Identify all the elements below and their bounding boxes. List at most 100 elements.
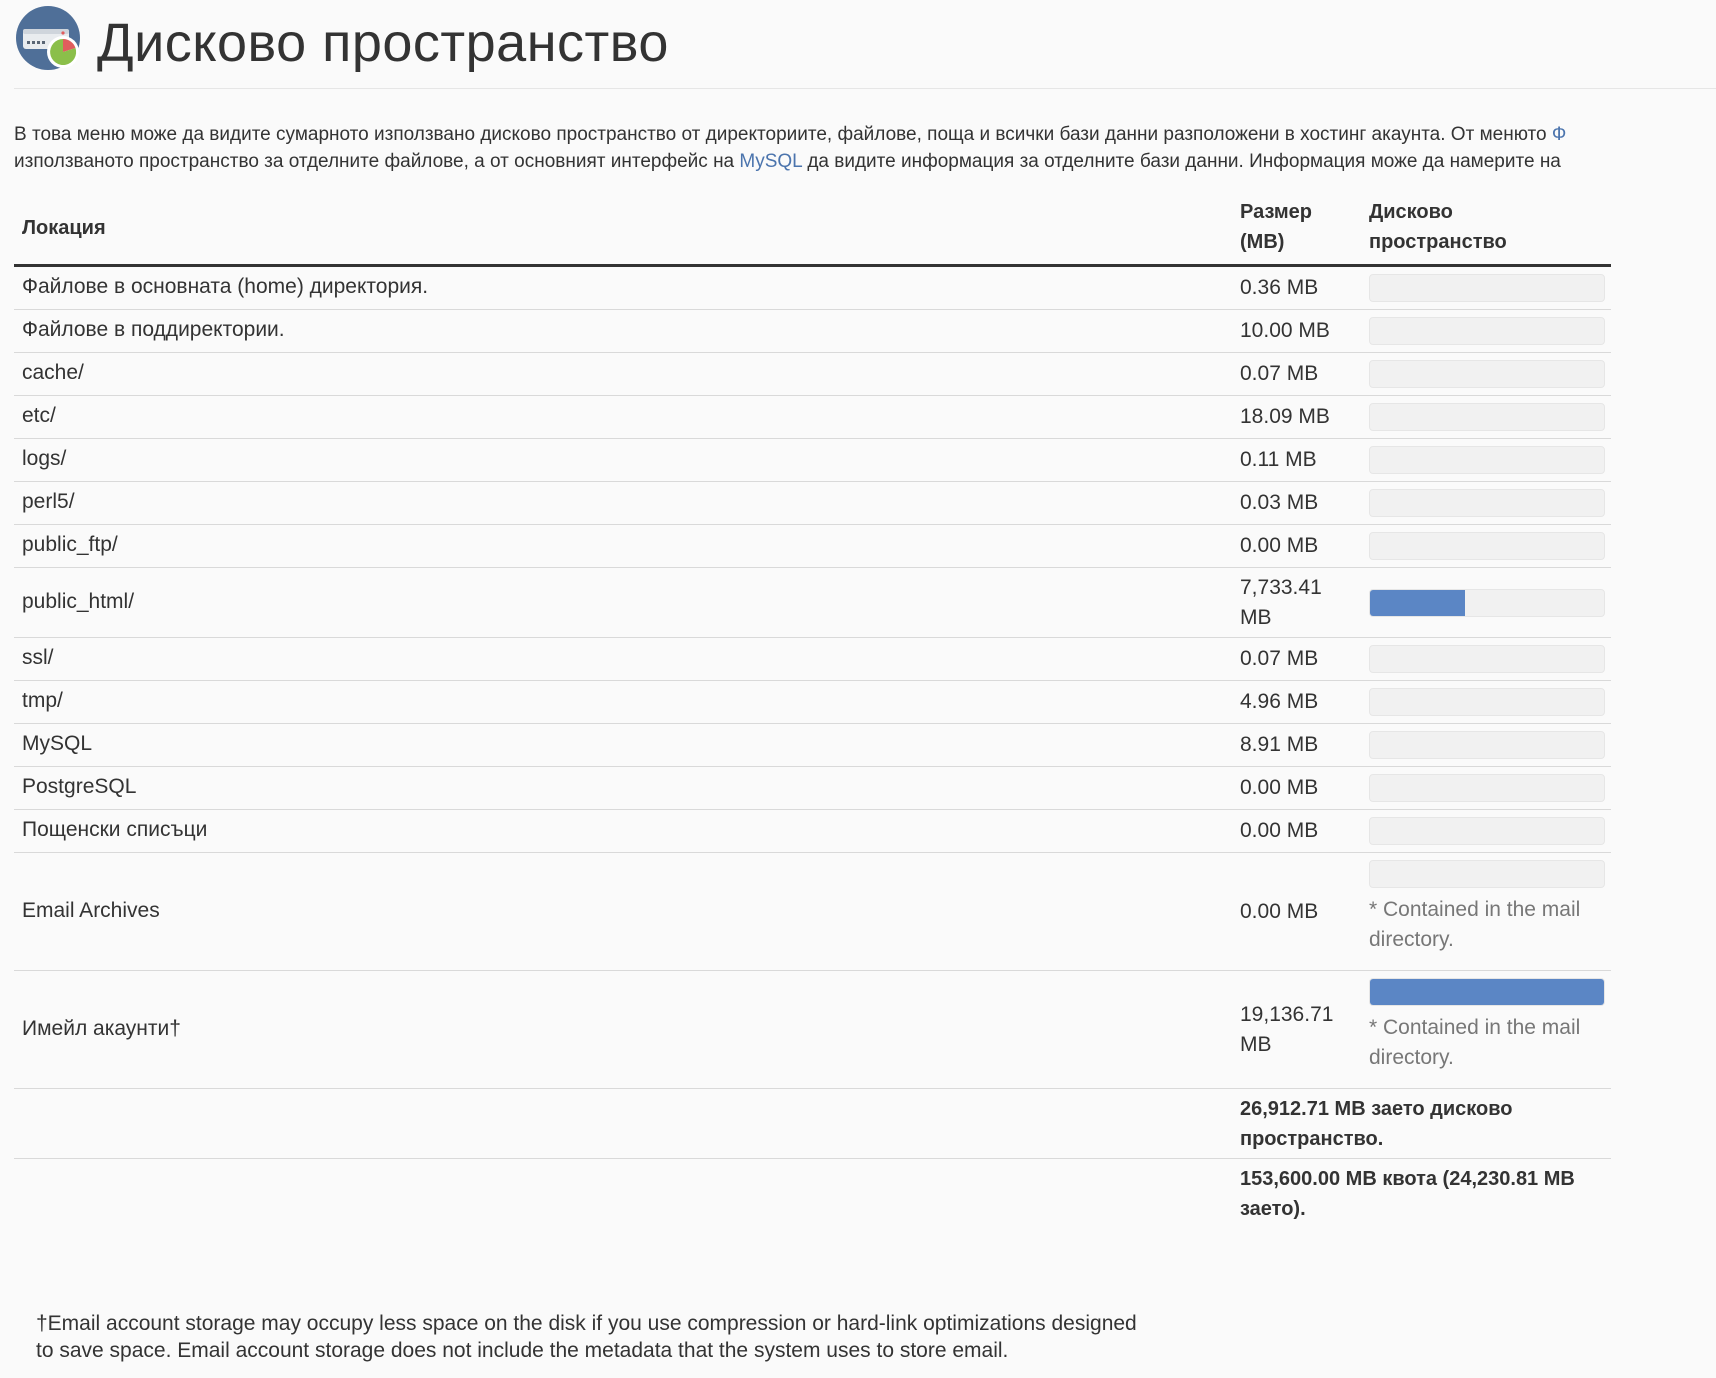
note-line2: directory. xyxy=(1369,928,1454,951)
usage-bar xyxy=(1369,817,1605,845)
footnote: †Email account storage may occupy less s… xyxy=(36,1310,1236,1364)
size-value-line2: MB xyxy=(1240,1033,1272,1056)
footnote-line2: to save space. Email account storage doe… xyxy=(36,1339,1009,1362)
usage-bar xyxy=(1369,731,1605,759)
disk-usage-table: Локация Размер (MB) Дисково пространство… xyxy=(14,193,1611,1228)
disk-usage-icon xyxy=(16,6,80,70)
footnote-line1: †Email account storage may occupy less s… xyxy=(36,1312,1137,1335)
intro-line2b: да видите информация за отделните бази д… xyxy=(802,151,1561,172)
location-link[interactable]: ssl/ xyxy=(22,646,54,670)
table-row: public_html/7,733.41 MB xyxy=(14,568,1611,638)
header-disk-line2: пространство xyxy=(1369,231,1507,253)
intro-text: В това меню може да видите сумарното изп… xyxy=(14,121,1716,175)
location-link[interactable]: tmp/ xyxy=(22,689,63,713)
table-header: Локация Размер (MB) Дисково пространство xyxy=(14,193,1611,267)
total-used-line1: 26,912.71 MB заето дисково xyxy=(1240,1098,1513,1120)
size-value: 0.07 MB xyxy=(1240,647,1319,670)
table-row: Файлове в основната (home) директория. 0.… xyxy=(14,267,1611,310)
size-value: 10.00 MB xyxy=(1240,319,1330,342)
usage-bar xyxy=(1369,317,1605,345)
page-title: Дисково пространство xyxy=(97,13,669,73)
size-value: 8.91 MB xyxy=(1240,733,1319,756)
usage-bar xyxy=(1369,860,1605,888)
table-row: MySQL 8.91 MB xyxy=(14,724,1611,767)
usage-bar xyxy=(1369,532,1605,560)
header-location[interactable]: Локация xyxy=(22,213,106,243)
intro-link-mysql[interactable]: MySQL xyxy=(739,151,802,172)
table-body: Файлове в основната (home) директория. 0.… xyxy=(14,267,1611,1089)
location-label: Файлове в поддиректории. xyxy=(22,318,285,341)
size-value: 0.00 MB xyxy=(1240,900,1319,923)
note-line1: * Contained in the mail xyxy=(1369,1016,1581,1039)
usage-bar xyxy=(1369,274,1605,302)
header-disk: Дисково пространство xyxy=(1369,197,1569,257)
size-value: 0.00 MB xyxy=(1240,776,1319,799)
location-link[interactable]: public_html/ xyxy=(22,590,134,614)
table-row: etc/18.09 MB xyxy=(14,396,1611,439)
header-size[interactable]: Размер (MB) xyxy=(1240,197,1360,257)
table-row: PostgreSQL 0.00 MB xyxy=(14,767,1611,810)
location-link[interactable]: Пощенски списъци xyxy=(22,818,207,842)
table-row: Файлове в поддиректории. 10.00 MB xyxy=(14,310,1611,353)
usage-bar xyxy=(1369,589,1605,617)
size-value: 0.36 MB xyxy=(1240,276,1319,299)
page-header: Дисково пространство xyxy=(14,4,1716,89)
quota: 153,600.00 MB квота (24,230.81 MB заето)… xyxy=(1240,1164,1620,1224)
location-link[interactable]: logs/ xyxy=(22,447,66,471)
size-value: 19,136.71 MB xyxy=(1240,1000,1355,1060)
table-row: Email Archives 0.00 MB * Contained in the … xyxy=(14,853,1611,971)
location-link[interactable]: etc/ xyxy=(22,404,56,428)
usage-bar xyxy=(1369,688,1605,716)
table-row: Имейл акаунти† 19,136.71 MB * Contained in … xyxy=(14,971,1611,1089)
usage-bar xyxy=(1369,645,1605,673)
table-row: ssl/0.07 MB xyxy=(14,638,1611,681)
usage-bar-fill xyxy=(1370,979,1604,1005)
location-link[interactable]: PostgreSQL xyxy=(22,775,136,799)
location-link[interactable]: perl5/ xyxy=(22,490,75,514)
quota-line2: заето). xyxy=(1240,1198,1306,1220)
usage-bar xyxy=(1369,360,1605,388)
size-value-line2: MB xyxy=(1240,606,1272,629)
location-label: Email Archives xyxy=(22,899,160,922)
location-link[interactable]: MySQL xyxy=(22,732,92,756)
usage-bar xyxy=(1369,489,1605,517)
table-row: public_ftp/0.00 MB xyxy=(14,525,1611,568)
location-label: Файлове в основната (home) директория. xyxy=(22,275,429,298)
total-row: 26,912.71 MB заето дисково пространство. xyxy=(14,1089,1611,1159)
usage-bar xyxy=(1369,774,1605,802)
total-used-line2: пространство. xyxy=(1240,1128,1384,1150)
mail-directory-note: * Contained in the mail directory. xyxy=(1369,1013,1605,1073)
header-size-line1: Размер xyxy=(1240,201,1313,223)
intro-line1: В това меню може да видите сумарното изп… xyxy=(14,124,1552,145)
quota-line1: 153,600.00 MB квота (24,230.81 MB xyxy=(1240,1168,1575,1190)
usage-bar-fill xyxy=(1370,590,1465,616)
size-value: 0.00 MB xyxy=(1240,534,1319,557)
table-row: perl5/0.03 MB xyxy=(14,482,1611,525)
size-value: 0.03 MB xyxy=(1240,491,1319,514)
note-line2: directory. xyxy=(1369,1046,1454,1069)
table-row: Пощенски списъци 0.00 MB xyxy=(14,810,1611,853)
location-link[interactable]: public_ftp/ xyxy=(22,533,118,557)
header-size-line2: (MB) xyxy=(1240,231,1285,253)
location-link[interactable]: cache/ xyxy=(22,361,84,385)
mail-directory-note: * Contained in the mail directory. xyxy=(1369,895,1605,955)
size-value: 7,733.41 MB xyxy=(1240,573,1355,633)
size-value: 4.96 MB xyxy=(1240,690,1319,713)
table-row: logs/0.11 MB xyxy=(14,439,1611,482)
intro-link-files[interactable]: Ф xyxy=(1552,124,1566,145)
table-row: tmp/4.96 MB xyxy=(14,681,1611,724)
total-used: 26,912.71 MB заето дисково пространство. xyxy=(1240,1094,1620,1154)
location-link[interactable]: Имейл акаунти† xyxy=(22,1017,181,1041)
table-row: cache/0.07 MB xyxy=(14,353,1611,396)
note-line1: * Contained in the mail xyxy=(1369,898,1581,921)
size-value: 18.09 MB xyxy=(1240,405,1330,428)
intro-line2a: използваното пространство за отделните ф… xyxy=(14,151,740,172)
usage-bar xyxy=(1369,446,1605,474)
size-value: 0.11 MB xyxy=(1240,448,1317,471)
size-value: 0.00 MB xyxy=(1240,819,1319,842)
usage-bar xyxy=(1369,978,1605,1006)
header-disk-line1: Дисково xyxy=(1369,201,1453,223)
size-value-line1: 7,733.41 xyxy=(1240,576,1322,599)
size-value-line1: 19,136.71 xyxy=(1240,1003,1334,1026)
quota-row: 153,600.00 MB квота (24,230.81 MB заето)… xyxy=(14,1159,1611,1228)
